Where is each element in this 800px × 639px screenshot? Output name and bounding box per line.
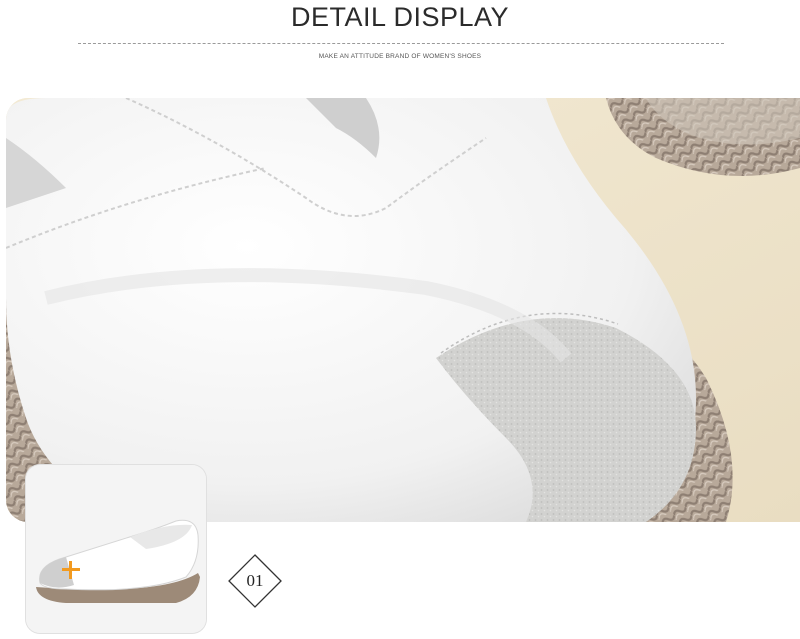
detail-number-badge: 01	[226, 552, 284, 610]
page-title: DETAIL DISPLAY	[290, 2, 510, 32]
shoe-thumbnail[interactable]	[26, 465, 206, 633]
page-subtitle: MAKE AN ATTITUDE BRAND OF WOMEN'S SHOES	[318, 53, 482, 60]
plus-icon	[62, 561, 80, 579]
shoe-closeup-image	[6, 98, 800, 522]
title-divider	[78, 43, 724, 44]
detail-number: 01	[246, 571, 264, 590]
